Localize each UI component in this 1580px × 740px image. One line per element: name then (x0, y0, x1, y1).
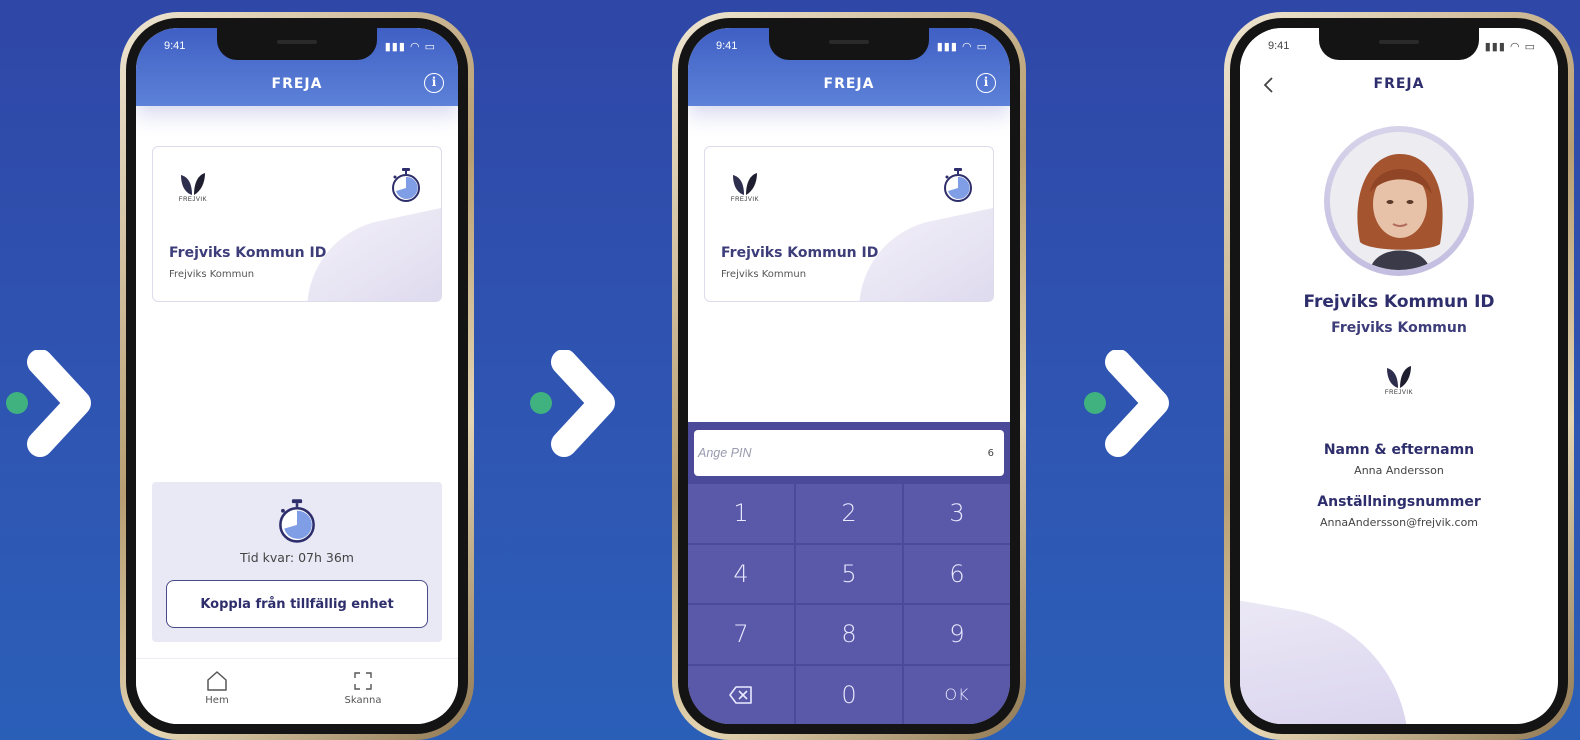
temporary-device-panel: Tid kvar: 07h 36m Koppla från tillfällig… (152, 482, 442, 642)
step-arrow-3 (1084, 350, 1169, 460)
key-6[interactable]: 6 (904, 544, 1010, 603)
backspace-icon (729, 685, 752, 704)
step-arrow-1 (6, 350, 91, 460)
backspace-key[interactable] (688, 665, 794, 724)
pin-length: 6 (987, 448, 994, 459)
key-9[interactable]: 9 (904, 605, 1010, 664)
key-4[interactable]: 4 (688, 544, 794, 603)
phone-2: 9:41 ▮▮▮ ◠ ▭ FREJA i FREJVIK Frejviks Ko… (672, 12, 1026, 740)
app-title: FREJA (823, 76, 875, 92)
logo-text: FREJVIK (730, 197, 760, 203)
chevron-right-icon (1105, 350, 1169, 457)
avatar-photo (1330, 132, 1468, 270)
chevron-right-icon (27, 350, 91, 457)
frejvik-logo: FREJVIK (1377, 364, 1421, 396)
phone-notch (217, 28, 377, 60)
stopwatch-icon (392, 168, 420, 202)
ok-key[interactable]: OK (904, 665, 1010, 724)
profile-id-name: Frejviks Kommun ID (1303, 292, 1495, 312)
key-2[interactable]: 2 (796, 484, 902, 543)
chevron-right-icon (551, 350, 615, 457)
app-title: FREJA (271, 76, 323, 92)
scan-icon (354, 672, 372, 690)
logo-text: FREJVIK (1384, 390, 1414, 396)
person-photo-icon (1330, 132, 1468, 270)
signal-wifi-battery-icon: ▮▮▮ ◠ ▭ (384, 41, 436, 53)
leaf-logo-icon (181, 173, 205, 195)
frejvik-logo: FREJVIK (725, 171, 765, 203)
phone-1-screen: 9:41 ▮▮▮ ◠ ▭ FREJA i FREJVIK Frejviks Ko… (136, 28, 458, 724)
pin-input[interactable]: Ange PIN 6 (694, 430, 1004, 476)
key-5[interactable]: 5 (796, 544, 902, 603)
card-name: Frejviks Kommun ID (169, 245, 327, 261)
time-left-text: Tid kvar: 07h 36m (240, 550, 354, 565)
step-arrow-2 (530, 350, 615, 460)
card-name: Frejviks Kommun ID (721, 245, 879, 261)
app-title: FREJA (1373, 76, 1425, 92)
keypad-grid: 1 2 3 4 5 6 7 8 9 0 OK (688, 484, 1010, 724)
tab-scan[interactable]: Skanna (328, 669, 398, 706)
avatar (1324, 126, 1474, 276)
tab-home[interactable]: Hem (182, 669, 252, 706)
tab-home-label: Hem (205, 695, 229, 706)
profile-org: Frejviks Kommun (1331, 320, 1467, 336)
stopwatch-icon (944, 168, 972, 202)
pin-keypad: Ange PIN 6 1 2 3 4 5 6 7 8 9 0 OK (688, 422, 1010, 724)
status-time: 9:41 (1268, 40, 1290, 52)
field-value-employee-number: AnnaAndersson@frejvik.com (1319, 516, 1479, 529)
frejvik-logo: FREJVIK (173, 171, 213, 203)
field-label-employee-number: Anställningsnummer (1317, 494, 1481, 510)
field-label-name: Namn & efternamn (1323, 442, 1475, 458)
bottom-tab-bar: Hem Skanna (136, 658, 458, 724)
phone-notch (1319, 28, 1479, 60)
phone-notch (769, 28, 929, 60)
disconnect-temporary-device-button[interactable]: Koppla från tillfällig enhet (166, 580, 428, 628)
key-3[interactable]: 3 (904, 484, 1010, 543)
key-8[interactable]: 8 (796, 605, 902, 664)
id-card[interactable]: FREJVIK Frejviks Kommun ID Frejviks Komm… (704, 146, 994, 302)
info-icon[interactable]: i (424, 73, 444, 93)
status-time: 9:41 (716, 40, 738, 52)
field-value-name: Anna Andersson (1354, 464, 1444, 477)
logo-text: FREJVIK (178, 197, 208, 203)
phone-2-screen: 9:41 ▮▮▮ ◠ ▭ FREJA i FREJVIK Frejviks Ko… (688, 28, 1010, 724)
step-dot-icon (530, 392, 552, 414)
tab-scan-label: Skanna (344, 695, 382, 706)
key-7[interactable]: 7 (688, 605, 794, 664)
home-icon (207, 671, 227, 691)
info-icon[interactable]: i (976, 73, 996, 93)
leaf-logo-icon (1387, 366, 1411, 388)
step-dot-icon (1084, 392, 1106, 414)
card-org: Frejviks Kommun (169, 269, 255, 280)
step-dot-icon (6, 392, 28, 414)
phone-3-screen: 9:41 ▮▮▮ ◠ ▭ FREJA Frejviks Kommun ID Fr… (1240, 28, 1558, 724)
stopwatch-icon (279, 499, 315, 543)
pin-placeholder: Ange PIN (698, 446, 752, 460)
status-time: 9:41 (164, 40, 186, 52)
screen-wave-decoration (1240, 595, 1431, 724)
id-card[interactable]: FREJVIK Frejviks Kommun ID Frejviks Komm… (152, 146, 442, 302)
phone-1: 9:41 ▮▮▮ ◠ ▭ FREJA i FREJVIK Frejviks Ko… (120, 12, 474, 740)
key-0[interactable]: 0 (796, 665, 902, 724)
signal-wifi-battery-icon: ▮▮▮ ◠ ▭ (936, 41, 988, 53)
key-1[interactable]: 1 (688, 484, 794, 543)
phone-3: 9:41 ▮▮▮ ◠ ▭ FREJA Frejviks Kommun ID Fr… (1224, 12, 1574, 740)
card-org: Frejviks Kommun (721, 269, 807, 280)
leaf-logo-icon (733, 173, 757, 195)
signal-wifi-battery-icon: ▮▮▮ ◠ ▭ (1484, 41, 1536, 53)
